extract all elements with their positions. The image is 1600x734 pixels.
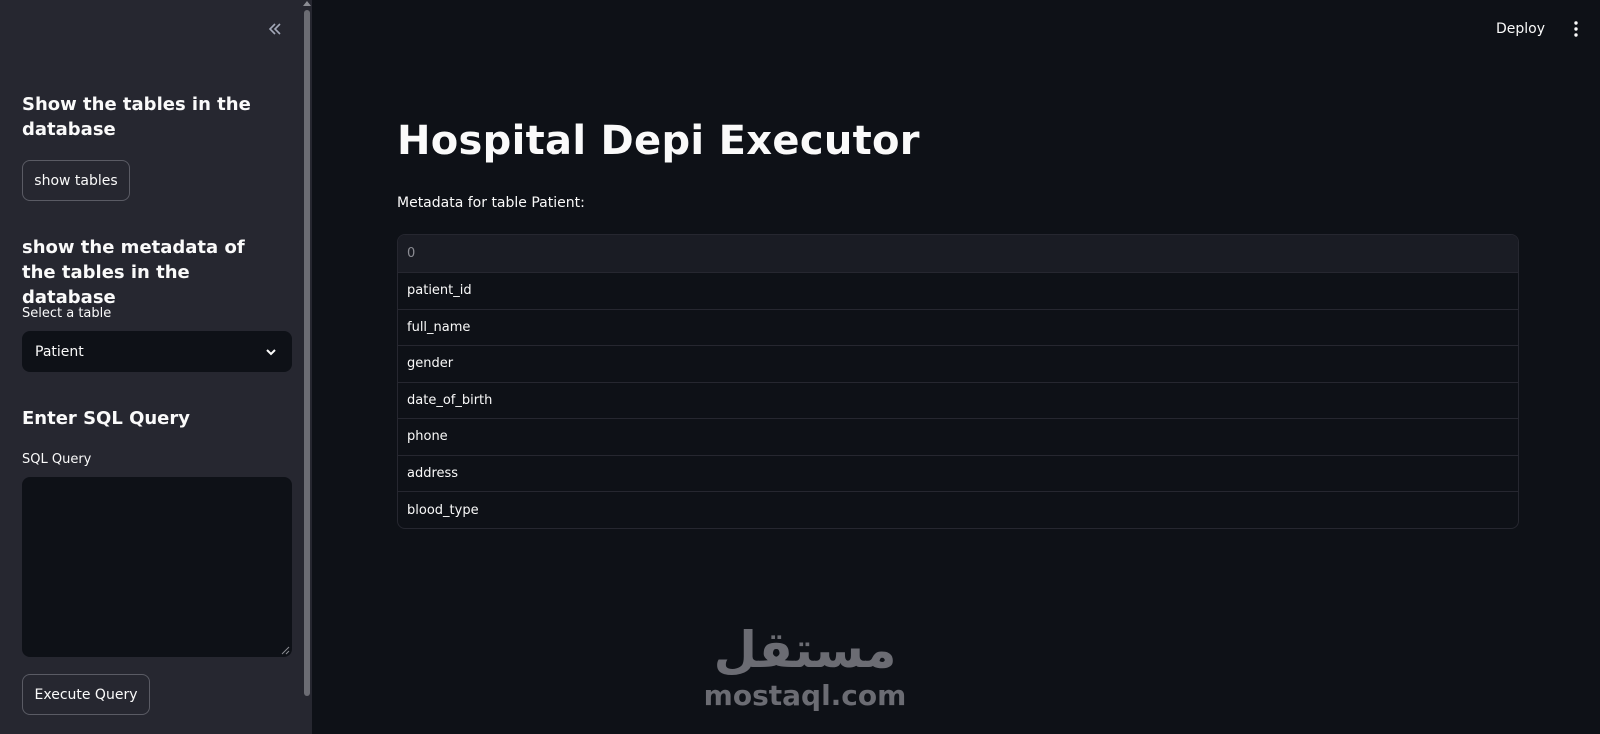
main-menu-button[interactable] [1566,17,1586,41]
app-window: Show the tables in the database show tab… [0,0,1600,734]
main-content: Deploy Hospital Depi Executor Metadata f… [312,0,1600,734]
section-heading-metadata: show the metadata of the tables in the d… [22,237,245,308]
sql-query-label: SQL Query [22,452,92,467]
section-heading-sql: Enter SQL Query [22,408,191,429]
execute-query-button[interactable]: Execute Query [22,674,150,715]
table-select-value: Patient [35,343,84,360]
scroll-up-arrow-icon[interactable] [303,1,311,6]
watermark-arabic-text: مستقل [713,621,897,679]
sidebar-scrollbar-thumb[interactable] [304,10,310,696]
section-heading-show-tables: Show the tables in the database [22,94,251,140]
chevron-down-icon [266,348,276,355]
table-column-header[interactable]: 0 [398,235,1518,273]
watermark-latin-text: mostaql.com [703,679,907,712]
sql-query-textarea[interactable] [22,477,292,657]
metadata-caption: Metadata for table Patient: [397,195,585,211]
table-select[interactable]: Patient [22,331,292,372]
table-row[interactable]: phone [398,419,1518,456]
table-row[interactable]: blood_type [398,492,1518,528]
collapse-sidebar-button[interactable] [262,16,288,42]
table-row[interactable]: patient_id [398,273,1518,310]
mostaql-watermark: مستقل mostaql.com [700,620,910,720]
table-row[interactable]: gender [398,346,1518,383]
select-table-label: Select a table [22,306,112,321]
metadata-table[interactable]: 0 patient_id full_name gender date_of_bi… [397,234,1519,529]
table-row[interactable]: address [398,456,1518,492]
table-row[interactable]: full_name [398,310,1518,346]
show-tables-button[interactable]: show tables [22,160,130,201]
table-row[interactable]: date_of_birth [398,383,1518,419]
deploy-button[interactable]: Deploy [1496,17,1545,41]
page-title: Hospital Depi Executor [397,118,920,164]
resize-grip-icon[interactable] [280,645,290,655]
kebab-menu-icon [1574,21,1578,37]
double-chevron-left-icon [268,23,281,35]
sidebar: Show the tables in the database show tab… [0,0,312,734]
